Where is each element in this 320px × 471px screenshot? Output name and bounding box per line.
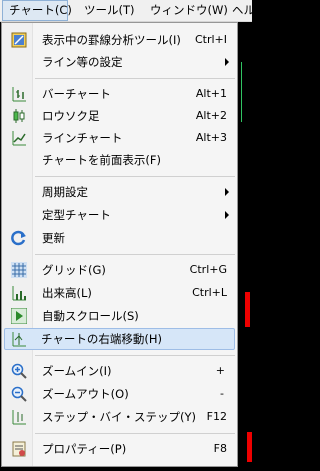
menu-item-template-chart[interactable]: 定型チャート	[4, 204, 235, 226]
chart-line	[241, 62, 242, 122]
zoom-in-icon	[11, 363, 27, 379]
menu-item-chart-foreground[interactable]: チャートを前面表示(F)	[4, 149, 235, 171]
bar-chart-icon	[11, 86, 27, 102]
properties-icon	[11, 441, 27, 457]
volume-icon	[11, 285, 27, 301]
menu-item-grid[interactable]: グリッド(G) Ctrl+G	[4, 259, 235, 281]
chart-shift-icon	[11, 331, 27, 347]
line-chart-icon	[11, 130, 27, 146]
menu-item-bar-chart[interactable]: バーチャート Alt+1	[4, 83, 235, 105]
menu-item-volume[interactable]: 出来高(L) Ctrl+L	[4, 282, 235, 304]
menu-item-line-settings[interactable]: ライン等の設定	[4, 51, 235, 73]
menu-chart[interactable]: チャート(C)	[2, 0, 72, 21]
menu-item-line-tools[interactable]: 表示中の罫線分析ツール(I) Ctrl+I	[4, 29, 235, 51]
menu-separator	[35, 433, 235, 434]
menu-item-refresh[interactable]: 更新	[4, 227, 235, 249]
chart-bar	[247, 432, 252, 462]
menu-item-zoom-out[interactable]: ズームアウト(O) -	[4, 383, 235, 405]
step-icon	[11, 409, 27, 425]
menu-item-properties[interactable]: プロパティー(P) F8	[4, 438, 235, 460]
menu-bar: チャート(C) ツール(T) ウィンドウ(W) ヘル	[0, 0, 255, 22]
chart-area	[238, 22, 252, 471]
chart-dropdown-menu: 表示中の罫線分析ツール(I) Ctrl+I ライン等の設定 バーチャート Alt…	[1, 22, 238, 467]
chart-bar	[245, 292, 250, 327]
menu-item-zoom-in[interactable]: ズームイン(I) +	[4, 360, 235, 382]
menu-window[interactable]: ウィンドウ(W)	[150, 0, 228, 21]
candlestick-icon	[11, 108, 27, 124]
submenu-arrow-icon	[225, 188, 229, 196]
menu-item-auto-scroll[interactable]: 自動スクロール(S)	[4, 305, 235, 327]
menu-separator	[35, 254, 235, 255]
submenu-arrow-icon	[225, 58, 229, 66]
line-tools-icon	[11, 32, 27, 48]
menu-tools[interactable]: ツール(T)	[84, 0, 135, 21]
grid-icon	[11, 262, 27, 278]
submenu-arrow-icon	[225, 211, 229, 219]
menu-item-chart-shift[interactable]: チャートの右端移動(H)	[4, 328, 235, 350]
menu-separator	[35, 176, 235, 177]
menu-separator	[35, 355, 235, 356]
menu-item-period-settings[interactable]: 周期設定	[4, 181, 235, 203]
menu-help[interactable]: ヘル	[232, 0, 255, 21]
auto-scroll-icon	[10, 307, 28, 325]
menu-separator	[35, 78, 235, 79]
menu-item-step-by-step[interactable]: ステップ・バイ・ステップ(Y) F12	[4, 406, 235, 428]
refresh-icon	[11, 230, 27, 246]
zoom-out-icon	[11, 386, 27, 402]
menu-item-candlestick[interactable]: ロウソク足 Alt+2	[4, 105, 235, 127]
menu-item-line-chart[interactable]: ラインチャート Alt+3	[4, 127, 235, 149]
